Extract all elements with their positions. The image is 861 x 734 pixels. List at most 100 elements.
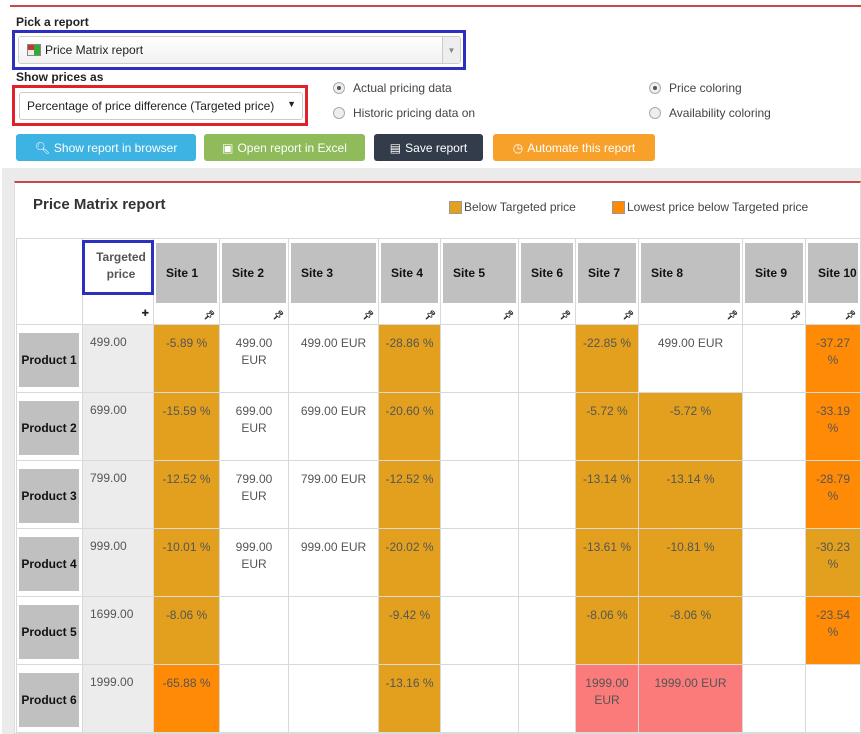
price-cell: -30.23 %	[805, 528, 861, 597]
save-icon: ▤	[389, 140, 402, 155]
product-label[interactable]: Product 6	[19, 673, 79, 727]
price-cell	[219, 596, 289, 665]
pin-icon[interactable]: 📌︎	[560, 310, 571, 321]
price-cell	[805, 664, 861, 733]
price-cell: 699.00 EUR	[219, 392, 289, 461]
price-cell	[742, 528, 806, 597]
price-cell	[518, 596, 576, 665]
pin-icon[interactable]: 📌︎	[845, 310, 856, 321]
pin-icon[interactable]: 📌︎	[503, 310, 514, 321]
site-header[interactable]: Site 4 📌︎	[378, 238, 441, 325]
price-cell: -65.88 %	[153, 664, 220, 733]
product-label[interactable]: Product 5	[19, 605, 79, 659]
site-header[interactable]: Site 5 📌︎	[440, 238, 519, 325]
price-cell: 799.00 EUR	[219, 460, 289, 529]
pin-icon[interactable]: 📌︎	[623, 310, 634, 321]
pin-icon[interactable]: 📌︎	[363, 310, 374, 321]
price-cell: -5.72 %	[575, 392, 639, 461]
site-header[interactable]: Site 6 📌︎	[518, 238, 576, 325]
price-cell: -33.19 %	[805, 392, 861, 461]
price-cell: 799.00 EUR	[288, 460, 379, 529]
price-cell	[742, 664, 806, 733]
price-cell: 1999.00 EUR	[638, 664, 743, 733]
radio-historic-pricing[interactable]: Historic pricing data on	[333, 106, 475, 120]
search-icon: 🔍︎	[34, 140, 50, 155]
price-cell	[518, 528, 576, 597]
table-row: Product 2 699.00 -15.59 % 699.00 EUR 699.00 …	[16, 392, 861, 461]
price-cell: 999.00 EUR	[219, 528, 289, 597]
radio-actual-pricing[interactable]: Actual pricing data	[333, 81, 452, 95]
price-cell: -37.27 %	[805, 324, 861, 393]
product-label[interactable]: Product 1	[19, 333, 79, 387]
table-row: Product 1 499.00 -5.89 % 499.00 EUR 499.00 E…	[16, 324, 861, 393]
site-header[interactable]: Site 3 📌︎	[288, 238, 379, 325]
price-cell: -15.59 %	[153, 392, 220, 461]
price-cell: 499.00 EUR	[219, 324, 289, 393]
site-header[interactable]: Site 8 📌︎	[638, 238, 743, 325]
price-cell: -28.86 %	[378, 324, 441, 393]
price-cell: -12.52 %	[153, 460, 220, 529]
report-title: Price Matrix report	[33, 196, 166, 213]
targeted-price-cell: 999.00	[82, 528, 154, 597]
pin-icon[interactable]: ✚	[141, 305, 149, 322]
price-cell	[219, 664, 289, 733]
price-cell	[518, 460, 576, 529]
pin-icon[interactable]: 📌︎	[273, 310, 284, 321]
site-header[interactable]: Site 9 📌︎	[742, 238, 806, 325]
site-header[interactable]: Site 10 📌︎	[805, 238, 861, 325]
price-cell: -22.85 %	[575, 324, 639, 393]
radio-selected-icon[interactable]	[333, 82, 345, 94]
table-row: Product 4 999.00 -10.01 % 999.00 EUR 999.00 …	[16, 528, 861, 597]
product-cell: Product 2	[16, 392, 83, 461]
price-cell: -8.06 %	[153, 596, 220, 665]
price-cell	[742, 392, 806, 461]
price-cell	[518, 324, 576, 393]
price-cell: -9.42 %	[378, 596, 441, 665]
pin-icon[interactable]: 📌︎	[425, 310, 436, 321]
price-cell: 499.00 EUR	[638, 324, 743, 393]
pick-report-label: Pick a report	[16, 15, 89, 29]
product-label[interactable]: Product 4	[19, 537, 79, 591]
highlight-box-report	[12, 30, 466, 70]
legend-lowest-below: Lowest price below Targeted price	[612, 200, 808, 214]
radio-selected-icon[interactable]	[649, 82, 661, 94]
pin-icon[interactable]: 📌︎	[204, 310, 215, 321]
show-prices-label: Show prices as	[16, 70, 104, 84]
site-header[interactable]: Site 2 📌︎	[219, 238, 289, 325]
product-cell: Product 1	[16, 324, 83, 393]
price-cell: -20.02 %	[378, 528, 441, 597]
show-report-button[interactable]: 🔍︎ Show report in browser	[16, 134, 196, 161]
open-excel-button[interactable]: ▣ Open report in Excel	[204, 134, 365, 161]
legend-swatch	[449, 200, 462, 214]
price-cell: -12.52 %	[378, 460, 441, 529]
targeted-price-cell: 499.00	[82, 324, 154, 393]
pin-icon[interactable]: 📌︎	[790, 310, 801, 321]
radio-price-coloring[interactable]: Price coloring	[649, 81, 742, 95]
product-label[interactable]: Product 3	[19, 469, 79, 523]
radio-availability-coloring[interactable]: Availability coloring	[649, 106, 771, 120]
site-header[interactable]: Site 1 📌︎	[153, 238, 220, 325]
price-cell	[288, 664, 379, 733]
targeted-price-cell: 699.00	[82, 392, 154, 461]
product-cell: Product 3	[16, 460, 83, 529]
radio-unselected-icon[interactable]	[649, 107, 661, 119]
price-cell	[440, 528, 519, 597]
price-cell: -8.06 %	[638, 596, 743, 665]
price-cell: -5.89 %	[153, 324, 220, 393]
price-cell: -20.60 %	[378, 392, 441, 461]
radio-unselected-icon[interactable]	[333, 107, 345, 119]
price-cell: -13.16 %	[378, 664, 441, 733]
pin-icon[interactable]: 📌︎	[727, 310, 738, 321]
legend-below-targeted: Below Targeted price	[449, 200, 576, 214]
price-cell	[440, 664, 519, 733]
highlight-box-price-mode	[12, 85, 308, 126]
legend-swatch	[612, 200, 625, 214]
highlight-box-targeted-price	[82, 240, 154, 295]
site-header[interactable]: Site 7 📌︎	[575, 238, 639, 325]
price-cell	[742, 460, 806, 529]
save-report-button[interactable]: ▤ Save report	[374, 134, 483, 161]
price-cell: -13.61 %	[575, 528, 639, 597]
table-row: Product 6 1999.00 -65.88 % -13.16 % 1999.00 …	[16, 664, 861, 733]
product-label[interactable]: Product 2	[19, 401, 79, 455]
automate-report-button[interactable]: ◷ Automate this report	[493, 134, 655, 161]
